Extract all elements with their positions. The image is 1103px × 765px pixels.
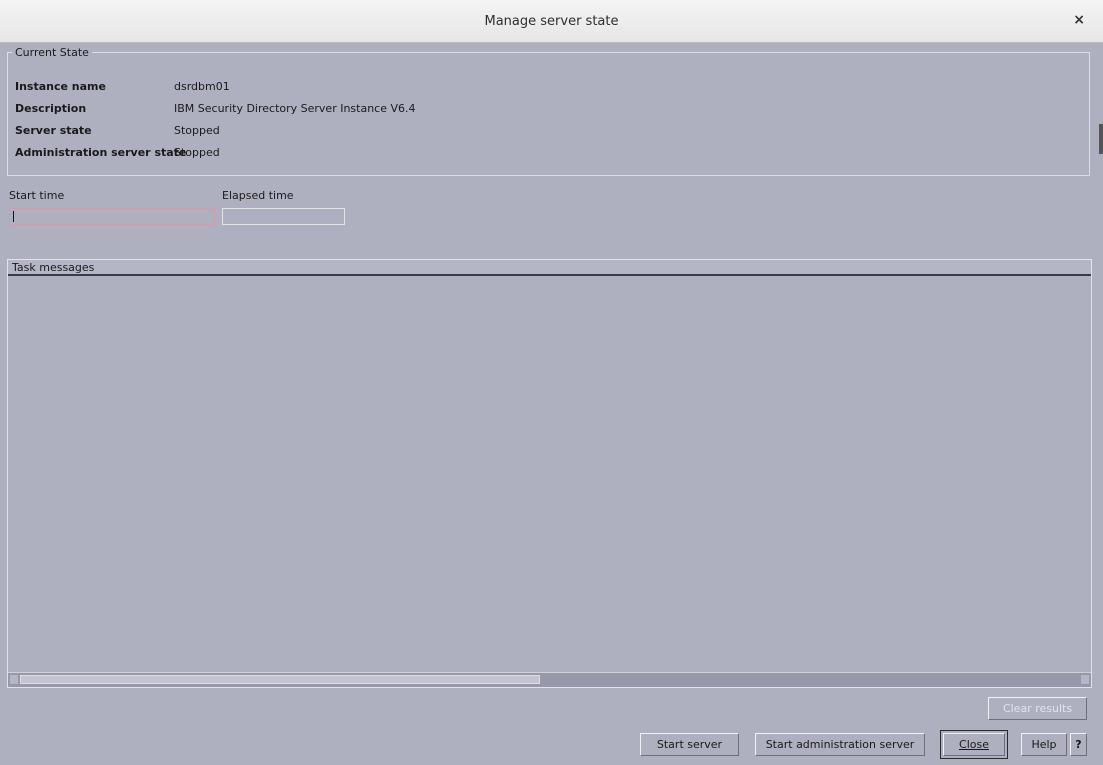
start-admin-server-button[interactable]: Start administration server: [755, 733, 925, 756]
description-label: Description: [15, 102, 87, 115]
server-state-label: Server state: [15, 124, 92, 137]
window-titlebar: Manage server state ×: [0, 0, 1103, 43]
description-value: IBM Security Directory Server Instance V…: [174, 102, 416, 115]
scroll-right-icon[interactable]: [1081, 675, 1089, 684]
instance-name-value: dsrdbm01: [174, 80, 230, 93]
current-state-group: Current State Instance name dsrdbm01 Des…: [7, 46, 1090, 176]
close-button[interactable]: Close: [940, 730, 1008, 759]
server-state-value: Stopped: [174, 124, 220, 137]
help-button[interactable]: Help: [1021, 733, 1067, 756]
horizontal-scrollbar[interactable]: [8, 672, 1091, 687]
close-button-label: Close: [959, 738, 989, 751]
start-time-field[interactable]: [9, 208, 215, 225]
elapsed-time-field: [222, 208, 345, 225]
help-icon[interactable]: ?: [1070, 733, 1087, 756]
scrollbar-thumb[interactable]: [20, 675, 540, 684]
current-state-legend: Current State: [15, 46, 89, 59]
instance-name-label: Instance name: [15, 80, 106, 93]
scrollbar-marker[interactable]: [1099, 124, 1103, 154]
scroll-left-icon[interactable]: [10, 675, 18, 684]
window-title: Manage server state: [484, 14, 619, 29]
text-caret: [13, 211, 14, 222]
admin-server-state-value: Stopped: [174, 146, 220, 159]
close-icon[interactable]: ×: [1073, 12, 1085, 28]
elapsed-time-label: Elapsed time: [222, 189, 294, 202]
clear-results-button[interactable]: Clear results: [988, 697, 1087, 720]
start-time-label: Start time: [9, 189, 65, 202]
start-server-button[interactable]: Start server: [640, 733, 739, 756]
task-messages-header: Task messages: [8, 260, 1091, 276]
admin-server-state-label: Administration server state: [15, 146, 187, 159]
task-messages-panel[interactable]: Task messages: [7, 259, 1092, 688]
